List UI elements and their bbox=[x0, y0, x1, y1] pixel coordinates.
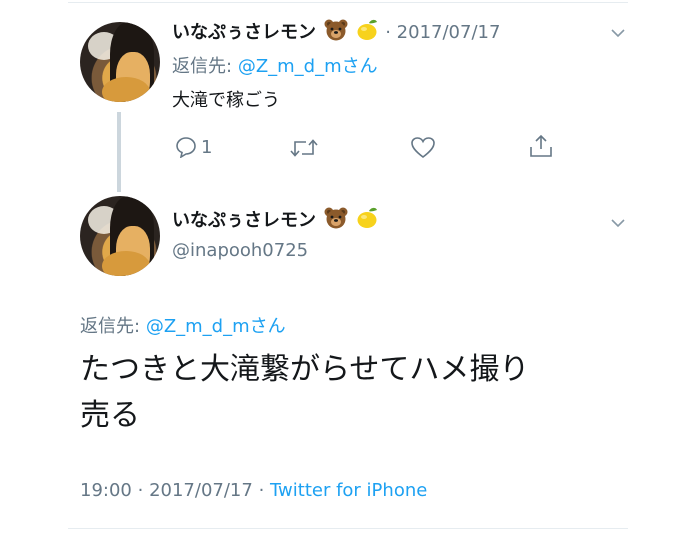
reply-handle-link[interactable]: @Z_m_d_mさん bbox=[238, 56, 378, 77]
share-icon bbox=[530, 134, 552, 157]
reply-handle-link[interactable]: @Z_m_d_mさん bbox=[146, 316, 286, 337]
user-handle[interactable]: @inapooh0725 bbox=[172, 240, 308, 261]
retweet-button[interactable] bbox=[289, 137, 319, 159]
reply-button[interactable]: 1 bbox=[174, 134, 212, 160]
reply-prefix: 返信先: bbox=[172, 56, 233, 77]
reply-icon bbox=[174, 136, 198, 158]
lemon-icon bbox=[355, 207, 379, 234]
avatar[interactable] bbox=[80, 196, 160, 276]
share-button[interactable] bbox=[528, 133, 554, 159]
tweet-text-line: たつきと大滝繋がらせてハメ撮り bbox=[80, 352, 530, 387]
display-name[interactable]: いなぷぅさレモン bbox=[172, 210, 316, 231]
separator-dot: · bbox=[385, 22, 391, 43]
chevron-down-icon[interactable] bbox=[611, 28, 625, 38]
bear-face-icon bbox=[324, 207, 348, 234]
tweet-text: たつきと大滝繋がらせてハメ撮り 売る bbox=[80, 347, 529, 439]
lemon-icon bbox=[355, 19, 379, 46]
tweet-date[interactable]: 2017/07/17 bbox=[149, 480, 253, 501]
reply-count: 1 bbox=[201, 136, 213, 158]
tweet-date[interactable]: 2017/07/17 bbox=[397, 22, 501, 43]
reply-prefix: 返信先: bbox=[80, 316, 141, 337]
top-divider bbox=[68, 2, 628, 3]
tweet-text: 大滝で稼ごう bbox=[172, 90, 280, 111]
like-button[interactable] bbox=[410, 136, 436, 160]
tweet-source-link[interactable]: Twitter for iPhone bbox=[270, 480, 427, 501]
bottom-divider bbox=[68, 528, 628, 529]
thread-line bbox=[117, 112, 121, 192]
tweet-text-line: 売る bbox=[80, 398, 140, 433]
chevron-down-icon[interactable] bbox=[611, 218, 625, 228]
bear-face-icon bbox=[324, 19, 348, 46]
heart-icon bbox=[411, 137, 435, 159]
retweet-icon bbox=[290, 139, 318, 157]
separator-dot: · bbox=[258, 480, 265, 501]
tweet-time[interactable]: 19:00 bbox=[80, 480, 132, 501]
avatar[interactable] bbox=[80, 22, 160, 102]
display-name[interactable]: いなぷぅさレモン bbox=[172, 22, 316, 43]
separator-dot: · bbox=[137, 480, 144, 501]
